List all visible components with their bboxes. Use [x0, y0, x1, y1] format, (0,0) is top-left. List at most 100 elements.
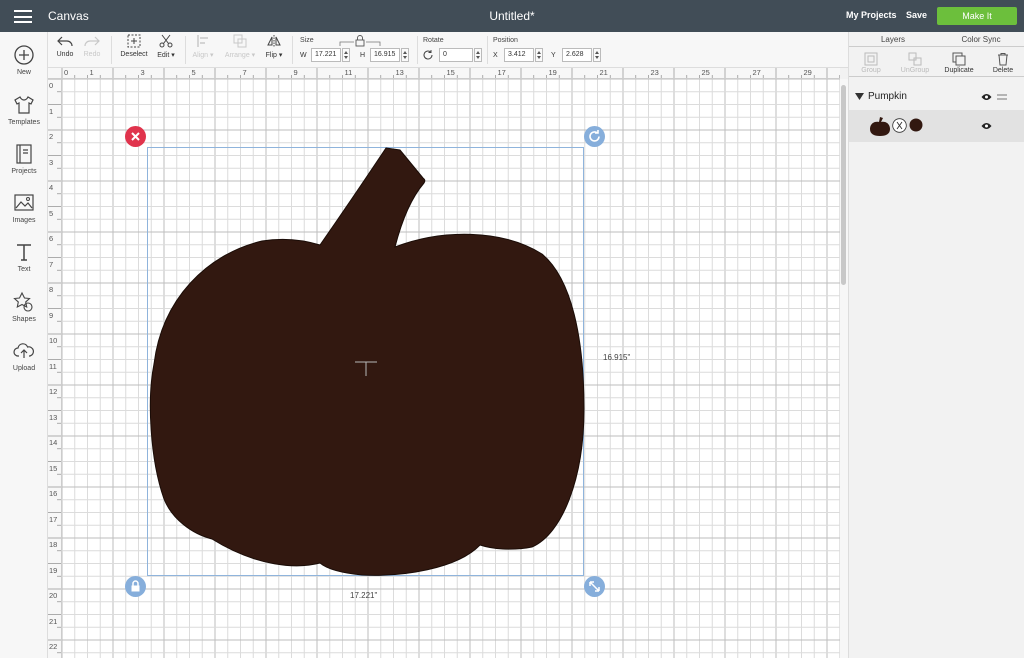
sidebar-item-label: Images — [12, 217, 36, 224]
duplicate-button[interactable]: Duplicate — [937, 52, 981, 74]
sidebar-item-images[interactable]: Images — [0, 192, 48, 224]
tab-layers[interactable]: Layers — [849, 35, 937, 44]
ruler-tick-label: 1 — [49, 106, 54, 116]
redo-button[interactable]: Redo — [80, 34, 104, 58]
close-icon — [131, 132, 140, 141]
sidebar-item-shapes[interactable]: Shapes — [0, 291, 48, 323]
ruler-tick-label: 17 — [49, 514, 58, 524]
width-stepper[interactable] — [342, 48, 350, 62]
ungroup-button[interactable]: UnGroup — [893, 52, 937, 74]
ruler-tick-label: 6 — [49, 234, 54, 243]
flip-button[interactable]: Flip ▾ — [262, 34, 286, 59]
ruler-tick-label: 0 — [64, 68, 69, 77]
sidebar-item-label: Shapes — [12, 316, 36, 323]
save-link[interactable]: Save — [906, 10, 927, 20]
y-input[interactable]: 2.628 — [562, 48, 592, 62]
duplicate-icon — [952, 52, 966, 66]
sidebar-item-projects[interactable]: Projects — [0, 143, 48, 175]
vertical-ruler: 0 1 2 3 4 5 6 7 8 9 10 11 12 13 14 15 16 17 18 19 20 21 22 — [48, 79, 62, 658]
cut-scissors-icon[interactable] — [892, 118, 907, 133]
edit-menu-button[interactable]: Edit ▾ — [154, 34, 178, 59]
document-title[interactable]: Untitled* — [489, 9, 534, 23]
width-dimension-label: 17.221" — [350, 591, 378, 600]
group-button[interactable]: Group — [849, 52, 893, 74]
ruler-tick-label: 29 — [803, 68, 812, 77]
ruler-tick-label: 2 — [49, 132, 54, 141]
deselect-button[interactable]: Deselect — [117, 34, 151, 58]
ruler-tick-label: 12 — [49, 387, 58, 396]
app-title: Canvas — [48, 9, 89, 23]
ruler-tick-label: 17 — [497, 68, 506, 77]
delete-handle[interactable] — [125, 126, 146, 147]
hamburger-menu-icon[interactable] — [14, 10, 32, 23]
ruler-tick-label: 25 — [701, 68, 710, 77]
sidebar-item-upload[interactable]: Upload — [0, 340, 48, 372]
ruler-tick-label: 3 — [49, 157, 54, 167]
my-projects-link[interactable]: My Projects — [846, 10, 897, 20]
flip-label: Flip — [265, 52, 277, 59]
x-stepper[interactable] — [535, 48, 543, 62]
eye-icon[interactable] — [981, 122, 992, 130]
eye-icon[interactable] — [981, 93, 992, 101]
rotate-input[interactable]: 0 — [439, 48, 473, 62]
collapse-triangle-icon[interactable] — [855, 93, 864, 101]
ruler-tick-label: 7 — [49, 259, 54, 269]
sidebar-item-label: Templates — [8, 119, 40, 126]
lock-handle[interactable] — [125, 576, 146, 597]
shirt-icon — [14, 96, 34, 114]
arrange-icon — [233, 34, 247, 48]
ruler-tick-label: 13 — [395, 68, 404, 77]
sidebar-item-text[interactable]: Text — [0, 241, 48, 273]
ruler-tick-label: 8 — [49, 285, 54, 294]
resize-handle[interactable] — [584, 576, 605, 597]
layer-item-pumpkin[interactable] — [849, 110, 1024, 142]
ruler-tick-label: 0 — [49, 81, 54, 90]
pumpkin-thumbnail-icon — [870, 117, 890, 136]
ruler-tick-label: 23 — [650, 68, 659, 77]
design-canvas[interactable]: 16.915" 17.221" — [62, 79, 840, 658]
ruler-tick-label: 10 — [49, 336, 58, 345]
plus-circle-icon — [14, 45, 34, 65]
size-lock-icon[interactable] — [338, 35, 382, 47]
tab-color-sync[interactable]: Color Sync — [937, 35, 1024, 44]
ruler-tick-label: 11 — [344, 68, 353, 77]
ruler-tick-label: 13 — [49, 412, 58, 422]
height-stepper[interactable] — [401, 48, 409, 62]
lock-icon — [131, 580, 140, 592]
drag-handle-icon[interactable] — [997, 94, 1007, 100]
layer-group-pumpkin[interactable]: Pumpkin — [849, 86, 1024, 108]
ruler-tick-label: 27 — [752, 68, 761, 77]
width-input[interactable]: 17.221 — [311, 48, 341, 62]
deselect-label: Deselect — [120, 51, 148, 58]
toolbar-divider — [111, 36, 112, 64]
align-button[interactable]: Align ▾ — [190, 34, 216, 59]
ruler-tick-label: 22 — [49, 642, 58, 651]
rotate-handle[interactable] — [584, 126, 605, 147]
ruler-tick-label: 9 — [49, 310, 54, 320]
ruler-tick-label: 7 — [242, 68, 247, 77]
scrollbar-thumb[interactable] — [841, 85, 846, 285]
x-input[interactable]: 3.412 — [504, 48, 534, 62]
delete-button[interactable]: Delete — [981, 52, 1024, 74]
edit-label: Edit — [157, 52, 170, 59]
y-stepper[interactable] — [593, 48, 601, 62]
sidebar-item-templates[interactable]: Templates — [0, 94, 48, 126]
toolbar-divider — [417, 36, 418, 64]
height-label: H — [360, 52, 366, 59]
horizontal-ruler: 0 1 3 5 7 9 11 13 15 17 19 21 23 25 27 29 — [48, 68, 840, 79]
arrange-button[interactable]: Arrange ▾ — [222, 34, 258, 59]
sidebar-item-label: Projects — [11, 168, 37, 175]
height-dimension-label: 16.915" — [603, 353, 631, 362]
ruler-tick-label: 1 — [89, 68, 94, 77]
sidebar-item-new[interactable]: New — [0, 44, 48, 76]
height-input[interactable]: 16.915 — [370, 48, 400, 62]
make-it-button[interactable]: Make It — [937, 7, 1017, 25]
shapes-icon — [13, 291, 33, 312]
color-swatch[interactable] — [909, 118, 923, 132]
horizontal-ruler-ticks — [61, 68, 840, 78]
vertical-scrollbar[interactable] — [840, 79, 848, 658]
rotate-stepper[interactable] — [474, 48, 482, 62]
x-label: X — [493, 52, 498, 59]
toolbar-divider — [185, 36, 186, 64]
undo-button[interactable]: Undo — [53, 34, 77, 58]
